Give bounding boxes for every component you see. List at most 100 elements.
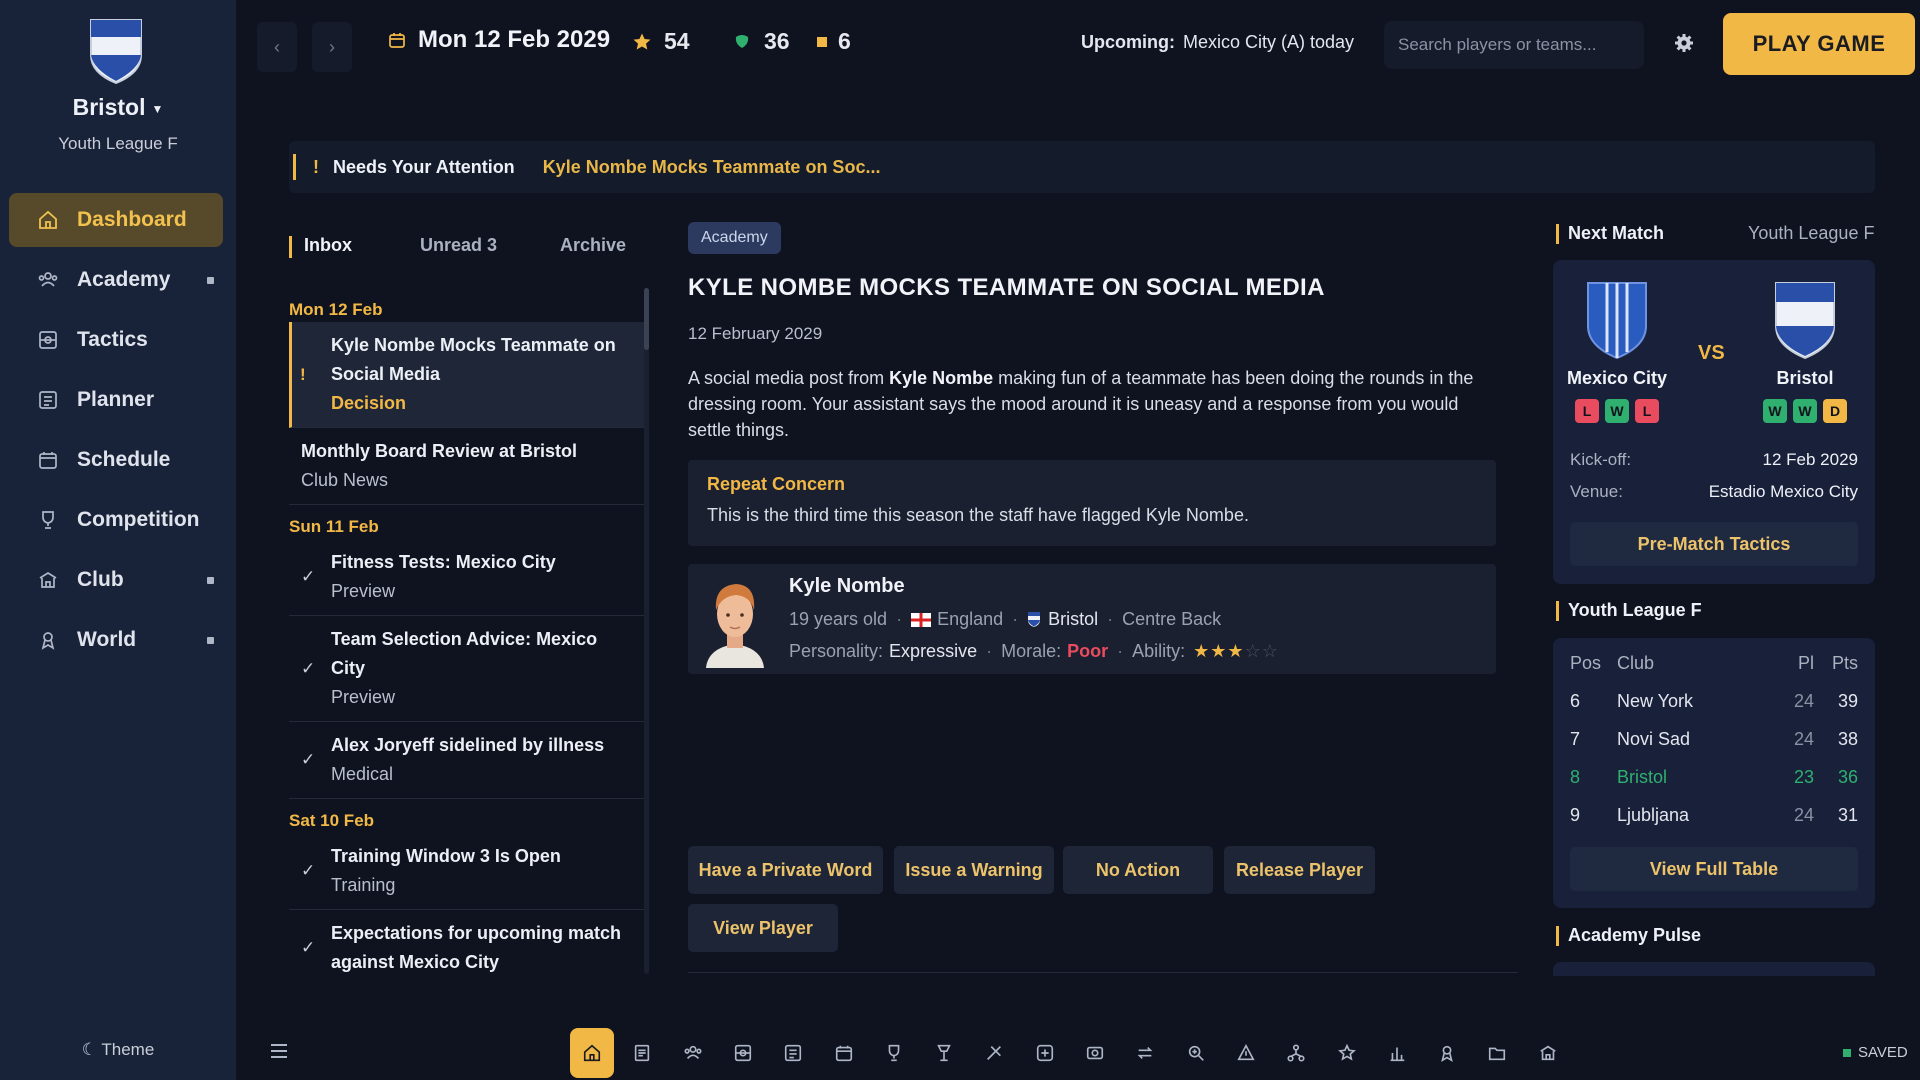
tactics-icon: [37, 329, 59, 351]
star-filled-icon: ★: [1193, 641, 1211, 661]
dock-planner-button[interactable]: [771, 1028, 815, 1078]
dock-add-button[interactable]: [1023, 1028, 1067, 1078]
message-title: Monthly Board Review at Bristol: [301, 441, 578, 461]
view-full-table-button[interactable]: View Full Table: [1570, 847, 1858, 891]
theme-toggle[interactable]: ☾ Theme: [0, 1040, 236, 1060]
message-heading: KYLE NOMBE MOCKS TEAMMATE ON SOCIAL MEDI…: [688, 274, 1325, 301]
message-category: Decision: [331, 393, 407, 413]
dock-scout-button[interactable]: [1174, 1028, 1218, 1078]
list-item[interactable]: Monthly Board Review at Bristol Club New…: [289, 428, 644, 505]
table-row[interactable]: 9 Ljubljana 24 31: [1570, 796, 1858, 834]
no-action-button[interactable]: No Action: [1063, 846, 1213, 894]
tab-unread[interactable]: Unread 3: [420, 235, 497, 256]
dock-tactics-button[interactable]: [721, 1028, 765, 1078]
club-league: Youth League F: [58, 134, 178, 153]
attention-banner[interactable]: ! Needs Your Attention Kyle Nombe Mocks …: [289, 141, 1875, 193]
search-input[interactable]: [1384, 21, 1644, 69]
league-table-heading: Youth League F: [1556, 600, 1702, 621]
tab-archive[interactable]: Archive: [560, 235, 626, 256]
table-cell: Novi Sad: [1617, 729, 1691, 749]
nav-item-schedule[interactable]: Schedule: [9, 433, 223, 487]
release-player-button[interactable]: Release Player: [1224, 846, 1375, 894]
list-item[interactable]: ! Kyle Nombe Mocks Teammate on Social Me…: [289, 322, 644, 428]
table-row[interactable]: 8 Bristol 23 36: [1570, 758, 1858, 796]
nav-item-tactics[interactable]: Tactics: [9, 313, 223, 367]
list-item[interactable]: ✓ Team Selection Advice: Mexico City Pre…: [289, 616, 644, 722]
home-icon: [582, 1043, 602, 1063]
list-item[interactable]: ✓ Alex Joryeff sidelined by illness Medi…: [289, 722, 644, 799]
tab-inbox[interactable]: Inbox: [304, 235, 352, 256]
inbox-scrollbar[interactable]: [644, 288, 649, 974]
dock-home-button[interactable]: [570, 1028, 614, 1078]
message-title: Kyle Nombe Mocks Teammate on Social Medi…: [331, 335, 616, 384]
dock-staff-button[interactable]: [1224, 1028, 1268, 1078]
forward-button[interactable]: ›: [312, 22, 352, 72]
accent-bar: [1556, 926, 1559, 946]
dock-trophy-button[interactable]: [872, 1028, 916, 1078]
table-cell: 9: [1570, 805, 1581, 825]
dock-calendar-button[interactable]: [822, 1028, 866, 1078]
dock-medical-button[interactable]: [972, 1028, 1016, 1078]
dock-academy-button[interactable]: [671, 1028, 715, 1078]
player-link[interactable]: Kyle Nombe: [889, 368, 993, 388]
menu-button[interactable]: [270, 1043, 288, 1059]
list-item[interactable]: ✓ Fitness Tests: Mexico City Preview: [289, 539, 644, 616]
player-card[interactable]: Kyle Nombe 19 years old · England · Bris…: [688, 564, 1496, 674]
nav-label: Planner: [77, 388, 155, 411]
nav-item-club[interactable]: Club: [9, 553, 223, 607]
settings-button[interactable]: [1674, 33, 1694, 53]
nav-label: Schedule: [77, 448, 171, 471]
issue-warning-button[interactable]: Issue a Warning: [894, 846, 1054, 894]
table-row[interactable]: 7 Novi Sad 24 38: [1570, 720, 1858, 758]
venue-row: Venue: Estadio Mexico City: [1570, 482, 1858, 502]
dock-star-button[interactable]: [1325, 1028, 1369, 1078]
dock-awards-button[interactable]: [1425, 1028, 1469, 1078]
dock-transfer-button[interactable]: [1123, 1028, 1167, 1078]
check-icon: ✓: [301, 750, 316, 769]
add-icon: [1035, 1043, 1055, 1063]
nav-item-planner[interactable]: Planner: [9, 373, 223, 427]
dock-training-button[interactable]: [922, 1028, 966, 1078]
pre-match-tactics-button[interactable]: Pre-Match Tactics: [1570, 522, 1858, 566]
upcoming-match[interactable]: Upcoming: Mexico City (A) today: [1081, 32, 1354, 53]
nav-item-academy[interactable]: Academy: [9, 253, 223, 307]
table-cell: 31: [1837, 805, 1858, 825]
dock-network-button[interactable]: [1274, 1028, 1318, 1078]
nav-item-world[interactable]: World: [9, 613, 223, 667]
attention-item[interactable]: Kyle Nombe Mocks Teammate on Soc...: [543, 157, 881, 178]
personality-label: Personality:: [789, 641, 884, 661]
dock-club-button[interactable]: [1526, 1028, 1570, 1078]
list-item[interactable]: ✓ Training Window 3 Is Open Training: [289, 833, 644, 910]
table-row[interactable]: 6 New York 24 39: [1570, 682, 1858, 720]
back-button[interactable]: ‹: [257, 22, 297, 72]
play-game-button[interactable]: PLAY GAME: [1723, 13, 1915, 75]
player-name[interactable]: Kyle Nombe: [789, 575, 905, 598]
dock-stats-button[interactable]: [1375, 1028, 1419, 1078]
form-badge: L: [1575, 399, 1599, 423]
academy-pulse-card: [1553, 962, 1875, 976]
form-badge: D: [1823, 399, 1847, 423]
check-icon: ✓: [301, 861, 316, 880]
folder-icon: [1487, 1043, 1507, 1063]
scrollbar-thumb[interactable]: [644, 288, 649, 350]
dock-inbox-button[interactable]: [620, 1028, 664, 1078]
view-player-button[interactable]: View Player: [688, 904, 838, 952]
body-text: A social media post from: [688, 368, 890, 388]
saved-label: SAVED: [1858, 1044, 1908, 1061]
list-item[interactable]: ✓ Expectations for upcoming match agains…: [289, 910, 644, 974]
message-category: Training: [331, 875, 396, 895]
club-switcher[interactable]: Bristol ▼: [0, 94, 236, 121]
home-team[interactable]: Mexico City L W L: [1557, 280, 1677, 423]
table-cell: 6: [1570, 691, 1581, 711]
separator: ·: [986, 641, 993, 661]
dock-finance-button[interactable]: [1073, 1028, 1117, 1078]
nav-item-dashboard[interactable]: Dashboard: [9, 193, 223, 247]
private-word-button[interactable]: Have a Private Word: [688, 846, 883, 894]
nav-item-competition[interactable]: Competition: [9, 493, 223, 547]
next-match-competition: Youth League F: [1748, 223, 1875, 243]
away-team[interactable]: Bristol W W D: [1745, 280, 1865, 423]
ability-label: Ability:: [1132, 641, 1186, 661]
staff-icon: [1236, 1043, 1256, 1063]
dock-folder-button[interactable]: [1475, 1028, 1519, 1078]
league-table: Pos Club Pl Pts 6 New York 24 39 7 Novi …: [1553, 638, 1875, 908]
